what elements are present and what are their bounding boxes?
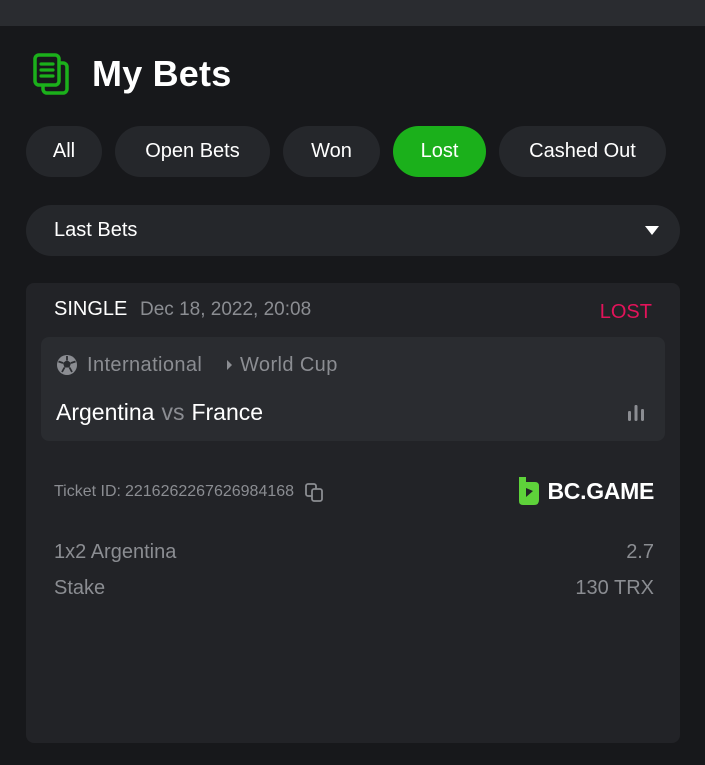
match-info[interactable]: International World Cup Argentina vs Fra… (41, 337, 665, 441)
selection-odds: 2.7 (626, 541, 654, 563)
filter-tab-cashed-out[interactable]: Cashed Out (499, 126, 666, 177)
bet-type: SINGLE (54, 298, 128, 320)
competition-name: World Cup (240, 354, 338, 376)
bet-period-select[interactable]: Last Bets (26, 205, 680, 256)
filter-tab-lost[interactable]: Lost (393, 126, 486, 177)
stats-bars-icon[interactable] (626, 403, 646, 421)
top-bar (0, 0, 705, 26)
away-team: France (191, 399, 264, 425)
bet-period-value: Last Bets (54, 219, 138, 241)
bet-status-badge: LOST (599, 301, 652, 323)
home-team: Argentina (56, 399, 155, 425)
filter-tab-all[interactable]: All (26, 126, 102, 177)
ticket-id-value: 2216262267626984168 (124, 483, 295, 500)
page-header: My Bets (32, 52, 231, 96)
ticket-info: Ticket ID: 2216262267626984168 (54, 482, 324, 502)
stake-amount: 130 TRX (575, 577, 654, 599)
stake-row: Stake 130 TRX (54, 577, 654, 603)
league-name: International (87, 354, 203, 376)
bets-list-icon (33, 53, 69, 95)
filter-tab-won[interactable]: Won (283, 126, 380, 177)
bc-game-logo-icon (519, 477, 540, 505)
filter-tab-open-bets[interactable]: Open Bets (115, 126, 270, 177)
brand-logo: BC.GAME (515, 475, 654, 507)
selection-market: 1x2 Argentina (54, 541, 177, 563)
bet-date: Dec 18, 2022, 20:08 (140, 299, 312, 320)
versus-label: vs (161, 399, 185, 425)
soccer-ball-icon (57, 355, 77, 375)
ticket-id-label: Ticket ID: (54, 483, 121, 500)
selection-row: 1x2 Argentina 2.7 (54, 541, 654, 567)
bet-card: SINGLE Dec 18, 2022, 20:08 LOST Internat… (26, 283, 680, 743)
brand-name: BC.GAME (547, 477, 654, 504)
chevron-right-icon (227, 360, 232, 370)
stake-label: Stake (54, 577, 106, 599)
page-title: My Bets (92, 53, 232, 94)
copy-icon[interactable] (304, 482, 324, 502)
match-teams: Argentina vs France (56, 399, 263, 426)
caret-down-icon (645, 226, 659, 235)
